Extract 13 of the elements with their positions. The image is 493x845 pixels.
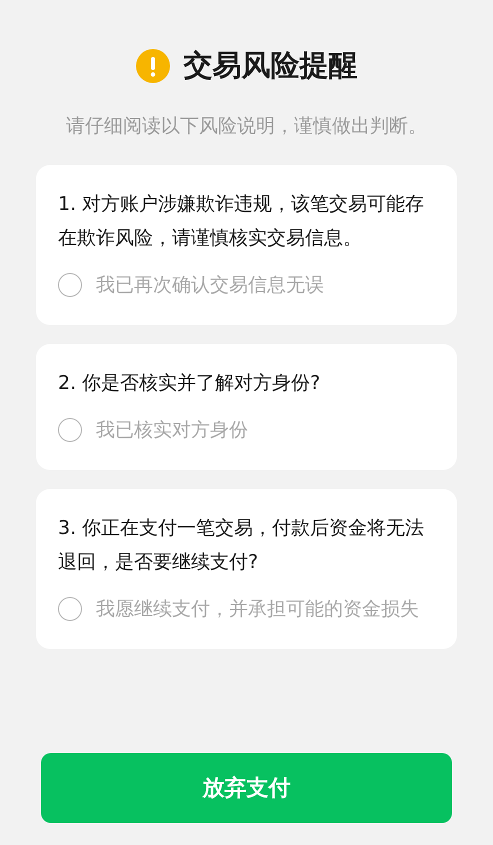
risk-question: 3. 你正在支付一笔交易，付款后资金将无法退回，是否要继续支付? <box>58 516 426 575</box>
radio-button[interactable] <box>58 597 82 621</box>
option-label[interactable]: 我已再次确认交易信息无误 <box>96 269 324 301</box>
dialog-title: 交易风险提醒 <box>184 47 358 84</box>
radio-button[interactable] <box>58 273 82 297</box>
risk-question: 1. 对方账户涉嫌欺诈违规，该笔交易可能存在欺诈风险，请谨慎核实交易信息。 <box>58 192 426 251</box>
warning-icon <box>136 49 170 83</box>
abandon-payment-button[interactable]: 放弃支付 <box>41 753 452 823</box>
option-label[interactable]: 我愿继续支付，并承担可能的资金损失 <box>96 593 419 625</box>
subtitle: 请仔细阅读以下风险说明，谨慎做出判断。 <box>65 114 428 139</box>
option-label[interactable]: 我已核实对方身份 <box>96 414 248 446</box>
radio-button[interactable] <box>58 418 82 442</box>
risk-question: 2. 你是否核实并了解对方身份? <box>58 371 322 396</box>
